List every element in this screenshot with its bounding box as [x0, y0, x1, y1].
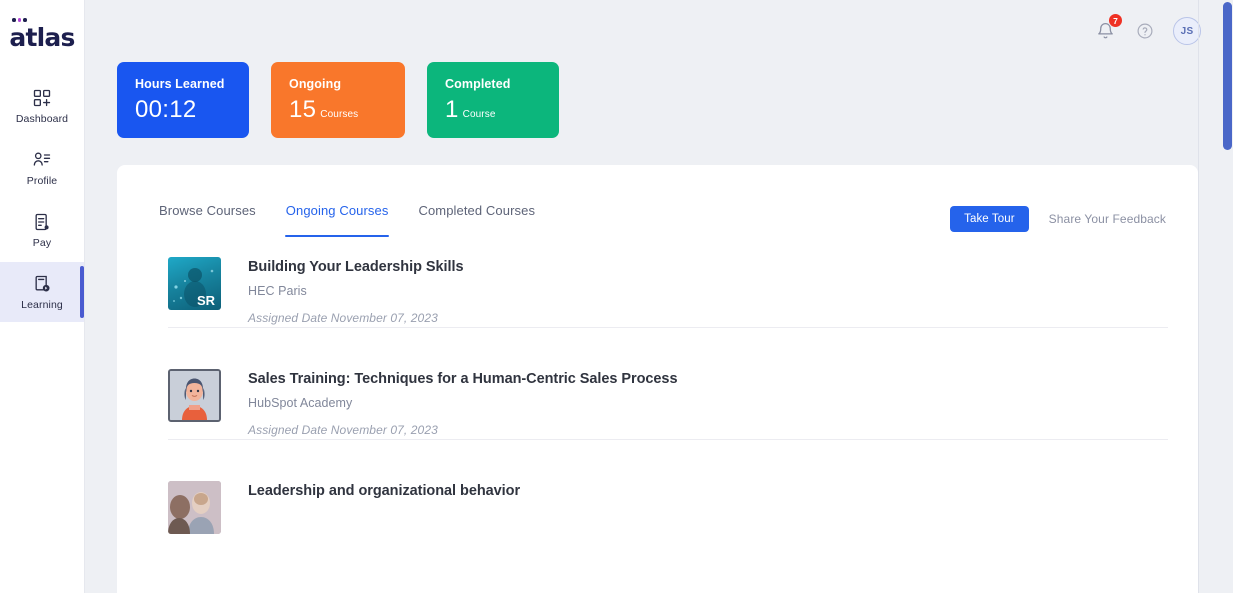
notifications-button[interactable]: 7	[1093, 13, 1123, 43]
course-details: Building Your Leadership Skills HEC Pari…	[248, 257, 464, 326]
underwater-teal-thumb-icon: SR	[173, 268, 216, 308]
svg-text:SR: SR	[197, 293, 216, 308]
logo-dots-icon	[12, 18, 27, 22]
help-button[interactable]	[1133, 19, 1157, 43]
stat-title: Completed	[445, 77, 511, 91]
stat-cards: Hours Learned 00:12 Ongoing 15 Courses C…	[117, 62, 559, 138]
tab-ongoing-courses[interactable]: Ongoing Courses	[284, 203, 390, 237]
sidebar-item-learning[interactable]: Learning	[0, 262, 84, 322]
sidebar: atlas Dashboard Profile Pay Learning	[0, 0, 85, 593]
person-list-icon	[33, 151, 51, 166]
course-details: Leadership and organizational behavior	[248, 481, 520, 534]
course-thumbnail: SR	[168, 257, 221, 310]
courses-panel: Browse Courses Ongoing Courses Completed…	[117, 165, 1198, 593]
course-provider: HEC Paris	[248, 284, 307, 299]
course-tabs: Browse Courses Ongoing Courses Completed…	[159, 203, 535, 237]
tab-browse-courses[interactable]: Browse Courses	[159, 203, 256, 237]
course-title[interactable]: Leadership and organizational behavior	[248, 482, 520, 500]
course-details: Sales Training: Techniques for a Human-C…	[248, 369, 678, 438]
course-title[interactable]: Sales Training: Techniques for a Human-C…	[248, 370, 678, 388]
sidebar-nav: Dashboard Profile Pay Learning	[0, 76, 84, 324]
list-item[interactable]: SR Building Your Leadership Skills HEC P…	[117, 237, 1198, 325]
dashboard-grid-plus-icon	[33, 89, 51, 106]
help-circle-icon	[1137, 23, 1153, 39]
stat-card-completed[interactable]: Completed 1 Course	[427, 62, 559, 138]
course-provider: HubSpot Academy	[248, 396, 353, 411]
panel-header: Browse Courses Ongoing Courses Completed…	[117, 165, 1198, 237]
sidebar-item-label: Learning	[21, 298, 63, 311]
stat-card-ongoing[interactable]: Ongoing 15 Courses	[271, 62, 405, 138]
stat-title: Hours Learned	[135, 77, 225, 91]
document-pay-icon	[35, 213, 49, 230]
course-title[interactable]: Building Your Leadership Skills	[248, 258, 464, 276]
take-tour-button[interactable]: Take Tour	[950, 206, 1029, 232]
brand-name: atlas	[9, 23, 75, 52]
photo-people-thumb-icon	[168, 481, 221, 535]
sidebar-item-pay[interactable]: Pay	[0, 200, 84, 260]
sidebar-item-label: Dashboard	[15, 112, 69, 125]
list-item[interactable]: Leadership and organizational behavior	[117, 439, 1198, 535]
stat-unit: Courses	[320, 109, 359, 120]
sidebar-item-profile[interactable]: Profile	[0, 138, 84, 198]
stat-title: Ongoing	[289, 77, 342, 91]
sidebar-item-label: Profile	[26, 174, 58, 187]
stat-unit: Course	[462, 109, 496, 120]
tab-completed-courses[interactable]: Completed Courses	[418, 203, 535, 237]
stat-value: 1	[445, 96, 459, 123]
sidebar-item-label: Pay	[32, 236, 52, 249]
course-assigned-date: Assigned Date November 07, 2023	[248, 311, 438, 326]
user-avatar[interactable]: JS	[1173, 17, 1201, 45]
course-list: SR Building Your Leadership Skills HEC P…	[117, 237, 1198, 535]
sidebar-item-dashboard[interactable]: Dashboard	[0, 76, 84, 136]
page-scrollbar-track[interactable]	[1220, 0, 1233, 593]
course-thumbnail	[168, 481, 221, 535]
stat-value: 15	[289, 96, 317, 123]
stat-card-hours-learned[interactable]: Hours Learned 00:12	[117, 62, 249, 138]
avatar-illustration-thumb-icon	[170, 371, 219, 421]
course-thumbnail	[168, 369, 221, 423]
book-play-icon	[35, 275, 50, 291]
page-scrollbar-thumb[interactable]	[1223, 2, 1232, 150]
notification-badge: 7	[1108, 13, 1123, 28]
panel-actions: Take Tour Share Your Feedback	[950, 203, 1166, 232]
brand-logo[interactable]: atlas	[0, 16, 84, 50]
panel-right-edge	[1198, 0, 1199, 593]
share-feedback-link[interactable]: Share Your Feedback	[1049, 212, 1166, 226]
list-item[interactable]: Sales Training: Techniques for a Human-C…	[117, 327, 1198, 438]
top-bar: 7 JS	[85, 0, 1233, 62]
course-assigned-date: Assigned Date November 07, 2023	[248, 423, 438, 438]
stat-value: 00:12	[135, 96, 197, 123]
